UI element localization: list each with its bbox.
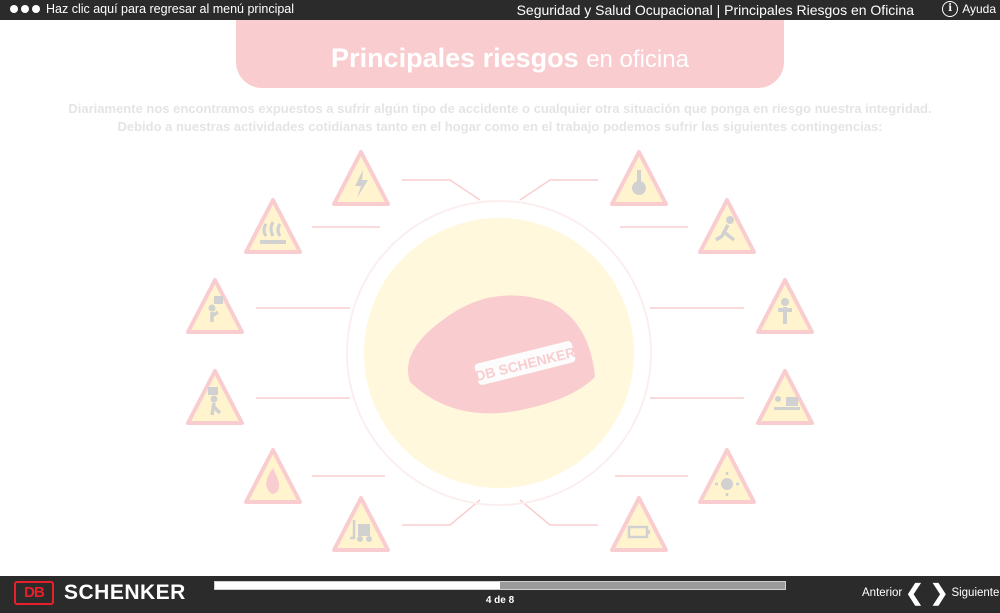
next-button[interactable]: ❯ Siguiente	[930, 580, 1000, 605]
next-label: Siguiente	[951, 587, 1000, 599]
brand-name: SCHENKER	[64, 581, 186, 604]
chevron-right-icon: ❯	[930, 580, 949, 605]
bottom-bar: DB SCHENKER 4 de 8 Anterior ❮ ❯ Siguient…	[0, 576, 1000, 613]
hand-hazard-icon[interactable]	[608, 148, 670, 210]
back-link-label: Haz clic aquí para regresar al menú prin…	[46, 2, 295, 16]
progress-fill	[215, 582, 500, 589]
fire-icon[interactable]	[242, 446, 304, 508]
slide-content: Principales riesgos en oficina Diariamen…	[0, 20, 1000, 576]
page-indicator: 4 de 8	[485, 595, 515, 606]
desk-ergonomics-icon[interactable]	[754, 367, 816, 429]
back-to-menu-link[interactable]: Haz clic aquí para regresar al menú prin…	[10, 2, 294, 16]
course-title: Seguridad y Salud Ocupacional | Principa…	[516, 2, 914, 18]
helmet-icon: DB SCHENKER	[408, 295, 595, 414]
chevron-left-icon: ❮	[905, 580, 924, 605]
forklift-icon[interactable]	[330, 494, 392, 556]
progress-bar	[214, 581, 786, 590]
previous-button[interactable]: Anterior ❮	[862, 580, 924, 605]
db-logo: DB	[14, 581, 54, 605]
battery-icon[interactable]	[608, 494, 670, 556]
slip-fall-icon[interactable]	[696, 196, 758, 258]
db-schenker-logo: DB SCHENKER	[14, 581, 186, 605]
electric-hazard-icon[interactable]	[330, 148, 392, 210]
sun-heat-icon[interactable]	[696, 446, 758, 508]
lifting-icon[interactable]	[184, 367, 246, 429]
hot-surface-icon[interactable]	[242, 196, 304, 258]
menu-dots-icon	[10, 5, 40, 13]
posture-icon[interactable]	[754, 276, 816, 338]
previous-label: Anterior	[862, 587, 903, 599]
top-bar: Haz clic aquí para regresar al menú prin…	[0, 0, 1000, 20]
help-button[interactable]: i Ayuda	[942, 1, 996, 17]
help-label: Ayuda	[962, 2, 996, 16]
falling-object-icon[interactable]	[184, 276, 246, 338]
info-icon: i	[942, 1, 959, 17]
